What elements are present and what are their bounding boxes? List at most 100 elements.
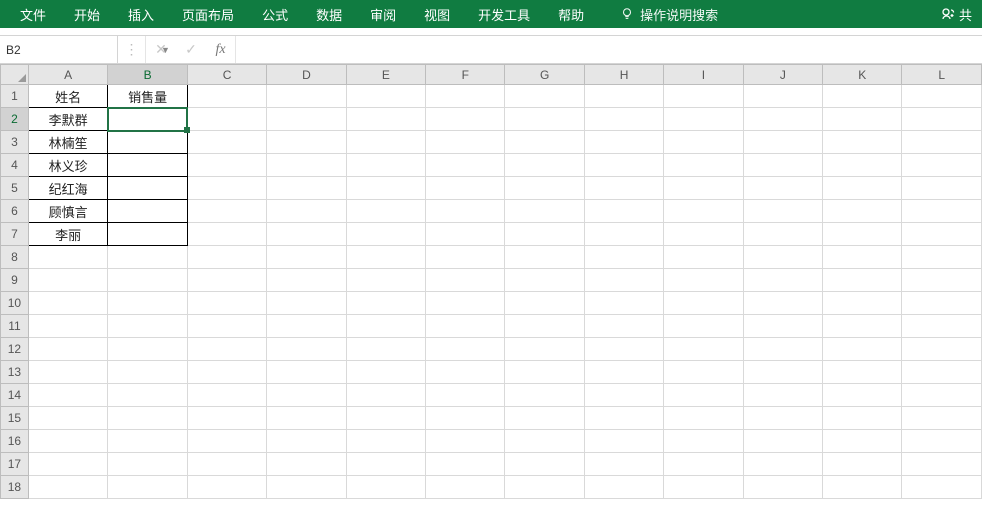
cell-C2[interactable] [187,108,266,131]
cell-F3[interactable] [426,131,505,154]
column-header-J[interactable]: J [743,65,822,85]
cell-G13[interactable] [505,361,584,384]
cell-D15[interactable] [267,407,346,430]
cell-G16[interactable] [505,430,584,453]
cell-F6[interactable] [426,200,505,223]
cell-L7[interactable] [902,223,982,246]
ribbon-tab-review[interactable]: 审阅 [356,0,410,28]
cell-K16[interactable] [823,430,902,453]
cell-L5[interactable] [902,177,982,200]
cell-D13[interactable] [267,361,346,384]
cell-I4[interactable] [664,154,743,177]
cell-C15[interactable] [187,407,266,430]
cell-B10[interactable] [108,292,188,315]
cell-F9[interactable] [426,269,505,292]
ribbon-tab-view[interactable]: 视图 [410,0,464,28]
cell-A15[interactable] [28,407,108,430]
cell-J9[interactable] [743,269,822,292]
cell-J12[interactable] [743,338,822,361]
cell-E18[interactable] [346,476,425,499]
cell-A1[interactable]: 姓名 [28,85,108,108]
cell-C9[interactable] [187,269,266,292]
cell-A18[interactable] [28,476,108,499]
ribbon-tab-file[interactable]: 文件 [6,0,60,28]
row-header-2[interactable]: 2 [1,108,29,131]
row-header-12[interactable]: 12 [1,338,29,361]
cell-G4[interactable] [505,154,584,177]
cell-H4[interactable] [584,154,663,177]
cell-C18[interactable] [187,476,266,499]
cell-C12[interactable] [187,338,266,361]
cell-D16[interactable] [267,430,346,453]
cell-B2[interactable] [108,108,188,131]
cell-H14[interactable] [584,384,663,407]
name-box-dropdown[interactable]: ▼ [161,45,170,55]
column-header-I[interactable]: I [664,65,743,85]
cell-D18[interactable] [267,476,346,499]
row-header-7[interactable]: 7 [1,223,29,246]
cell-H17[interactable] [584,453,663,476]
cell-D6[interactable] [267,200,346,223]
row-header-5[interactable]: 5 [1,177,29,200]
cell-K6[interactable] [823,200,902,223]
cell-F14[interactable] [426,384,505,407]
cell-K17[interactable] [823,453,902,476]
cell-L12[interactable] [902,338,982,361]
column-header-E[interactable]: E [346,65,425,85]
cell-L18[interactable] [902,476,982,499]
cell-I8[interactable] [664,246,743,269]
cell-D5[interactable] [267,177,346,200]
cell-H13[interactable] [584,361,663,384]
cell-H16[interactable] [584,430,663,453]
cell-A14[interactable] [28,384,108,407]
cell-E10[interactable] [346,292,425,315]
cell-E2[interactable] [346,108,425,131]
ribbon-tab-data[interactable]: 数据 [302,0,356,28]
cell-J10[interactable] [743,292,822,315]
cell-H9[interactable] [584,269,663,292]
cell-G17[interactable] [505,453,584,476]
cell-E8[interactable] [346,246,425,269]
cell-F15[interactable] [426,407,505,430]
cell-B5[interactable] [108,177,188,200]
cell-D2[interactable] [267,108,346,131]
cell-H3[interactable] [584,131,663,154]
ribbon-tab-layout[interactable]: 页面布局 [168,0,248,28]
cell-G8[interactable] [505,246,584,269]
row-header-10[interactable]: 10 [1,292,29,315]
column-header-C[interactable]: C [187,65,266,85]
cell-F11[interactable] [426,315,505,338]
cell-I7[interactable] [664,223,743,246]
cell-J7[interactable] [743,223,822,246]
cell-I16[interactable] [664,430,743,453]
cell-C4[interactable] [187,154,266,177]
cell-B4[interactable] [108,154,188,177]
cell-L11[interactable] [902,315,982,338]
cell-F2[interactable] [426,108,505,131]
cell-D14[interactable] [267,384,346,407]
cell-H7[interactable] [584,223,663,246]
cell-I1[interactable] [664,85,743,108]
cell-F4[interactable] [426,154,505,177]
cell-G12[interactable] [505,338,584,361]
cell-H12[interactable] [584,338,663,361]
cell-E6[interactable] [346,200,425,223]
cell-B8[interactable] [108,246,188,269]
cell-A5[interactable]: 纪红海 [28,177,108,200]
cell-H10[interactable] [584,292,663,315]
cell-D4[interactable] [267,154,346,177]
cell-F16[interactable] [426,430,505,453]
name-box[interactable] [6,43,161,57]
column-header-A[interactable]: A [28,65,108,85]
cell-A17[interactable] [28,453,108,476]
cell-K13[interactable] [823,361,902,384]
cell-F8[interactable] [426,246,505,269]
ribbon-tab-insert[interactable]: 插入 [114,0,168,28]
cell-E17[interactable] [346,453,425,476]
row-header-11[interactable]: 11 [1,315,29,338]
cell-J8[interactable] [743,246,822,269]
cell-I2[interactable] [664,108,743,131]
row-header-9[interactable]: 9 [1,269,29,292]
cell-K2[interactable] [823,108,902,131]
cell-I17[interactable] [664,453,743,476]
